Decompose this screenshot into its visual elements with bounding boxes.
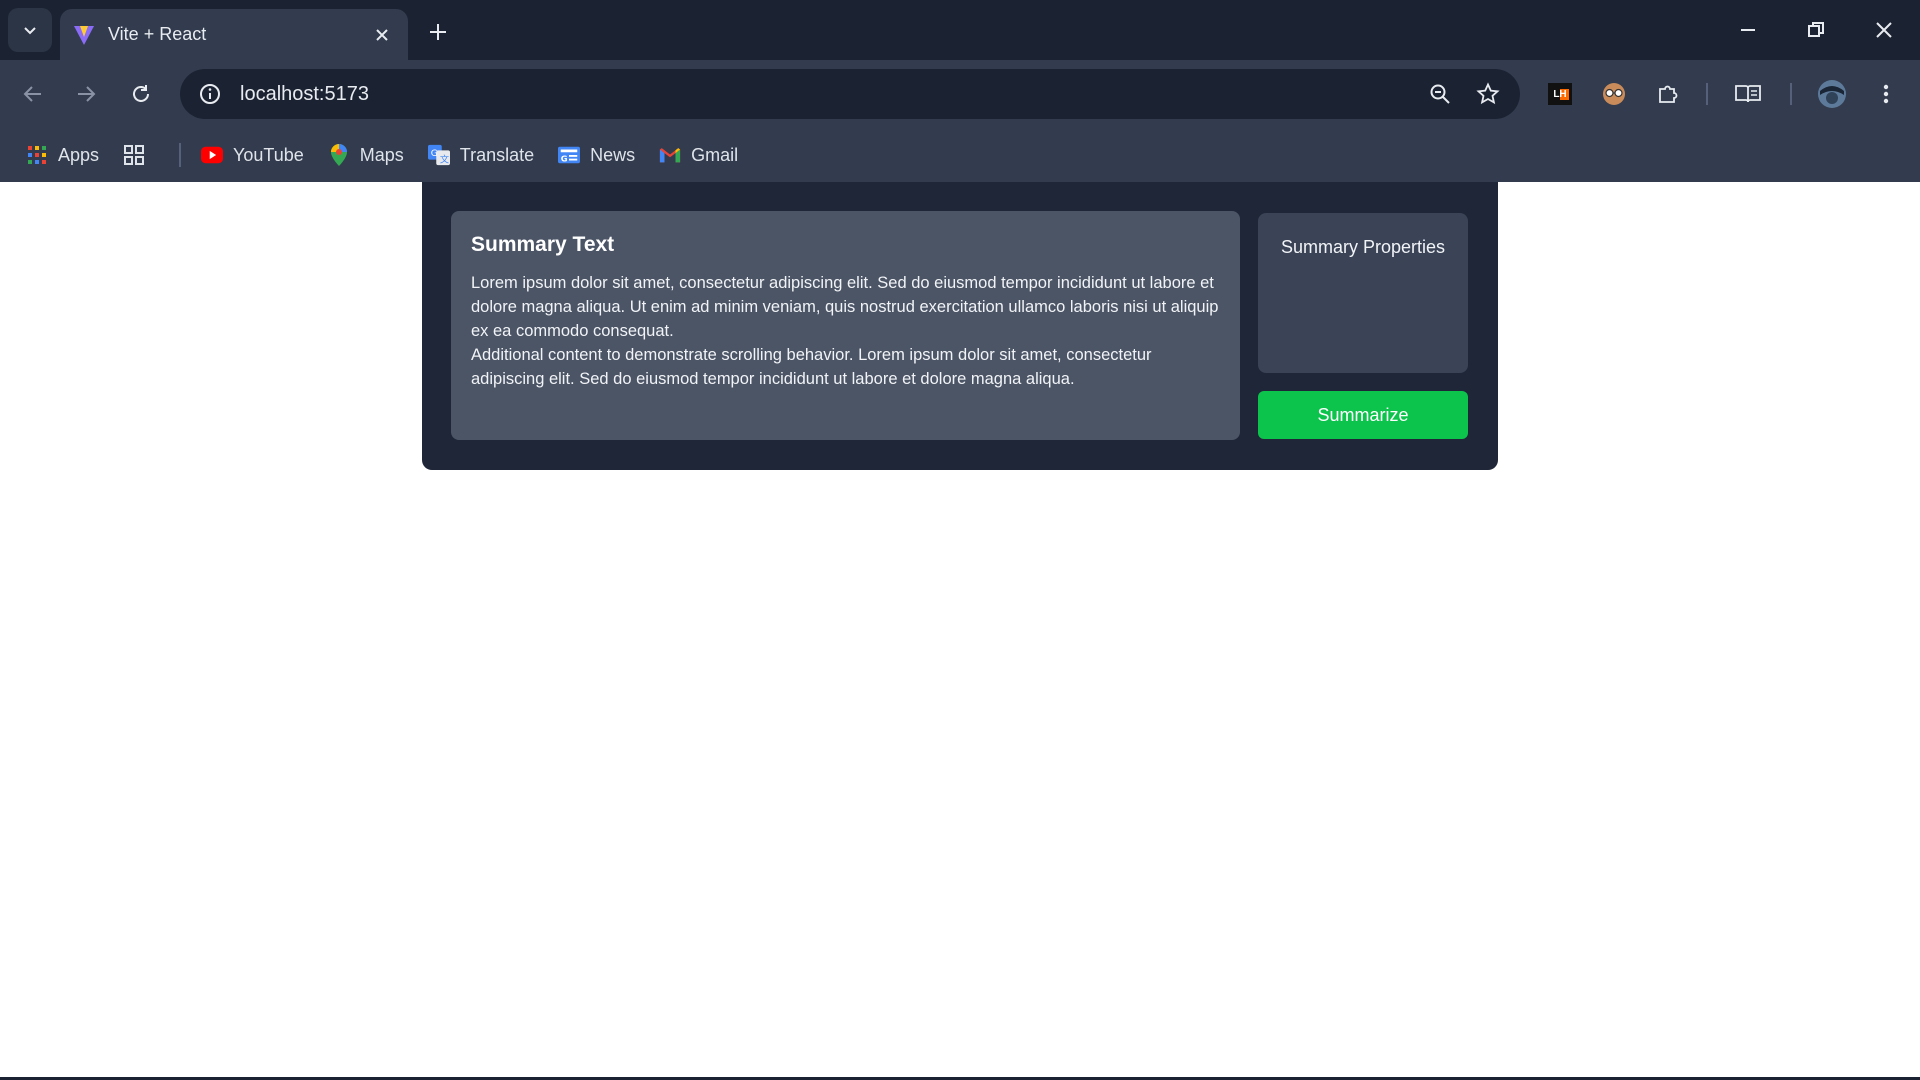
bookmark-translate[interactable]: G 文 Translate xyxy=(427,144,535,166)
bookmarks-bar: Apps YouTube Maps G 文 Translate G News G… xyxy=(0,128,1920,182)
summary-title: Summary Text xyxy=(471,233,615,256)
bookmarks-divider xyxy=(179,143,182,167)
svg-text:G: G xyxy=(431,148,438,159)
summary-text-panel[interactable]: Summary Text Lorem ipsum dolor sit amet,… xyxy=(451,211,1240,440)
zoom-icon[interactable] xyxy=(1422,76,1458,112)
bookmark-label: Maps xyxy=(359,144,404,165)
plus-icon xyxy=(430,24,446,40)
tab-title: Vite + React xyxy=(108,24,207,44)
more-vertical-icon xyxy=(1883,84,1889,104)
browser-tab[interactable]: Vite + React xyxy=(60,9,408,60)
page-viewport: Summary Text Lorem ipsum dolor sit amet,… xyxy=(0,182,1920,1080)
bookmark-label: YouTube xyxy=(233,144,304,165)
close-window-button[interactable] xyxy=(1862,8,1906,52)
menu-button[interactable] xyxy=(1866,74,1906,114)
summarizer-card: Summary Text Lorem ipsum dolor sit amet,… xyxy=(422,182,1498,470)
toolbar-divider xyxy=(1790,83,1792,105)
tab-groups-button[interactable] xyxy=(123,144,155,166)
summary-properties-panel: Summary Properties xyxy=(1258,213,1468,373)
site-info-icon[interactable] xyxy=(194,78,226,110)
news-icon: G xyxy=(558,144,581,166)
reading-mode-button[interactable] xyxy=(1728,74,1768,114)
bookmark-label: Gmail xyxy=(691,144,739,165)
url-text[interactable]: localhost:5173 xyxy=(240,83,1410,106)
new-tab-button[interactable] xyxy=(420,14,456,50)
lighthouse-extension[interactable]: LH xyxy=(1540,74,1580,114)
tab-search-button[interactable] xyxy=(8,8,52,52)
glasses-face-icon xyxy=(1603,83,1625,105)
forward-button[interactable] xyxy=(66,74,106,114)
back-button[interactable] xyxy=(13,74,53,114)
grid-icon xyxy=(123,144,145,166)
minimize-button[interactable] xyxy=(1726,8,1770,52)
address-bar[interactable]: localhost:5173 xyxy=(180,69,1520,119)
bookmark-star-icon[interactable] xyxy=(1470,76,1506,112)
bookmark-label: Apps xyxy=(58,144,100,165)
bookmark-gmail[interactable]: Gmail xyxy=(659,144,738,166)
reading-mode-icon xyxy=(1735,85,1761,103)
avatar-icon xyxy=(1818,80,1846,108)
apps-grid-icon xyxy=(26,144,48,166)
bookmark-maps[interactable]: Maps xyxy=(328,144,404,166)
summarize-button[interactable]: Summarize xyxy=(1258,391,1468,439)
maps-pin-icon xyxy=(328,144,350,166)
restore-button[interactable] xyxy=(1794,8,1838,52)
reload-icon xyxy=(133,85,149,102)
puzzle-icon xyxy=(1659,85,1678,103)
lighthouse-icon: LH xyxy=(1548,83,1572,105)
bookmark-label: News xyxy=(590,144,636,165)
youtube-icon xyxy=(201,144,224,166)
reload-button[interactable] xyxy=(121,74,161,114)
bookmark-label: Translate xyxy=(459,144,535,165)
chevron-down-icon xyxy=(24,27,36,35)
bookmark-apps[interactable]: Apps xyxy=(26,144,99,166)
summary-paragraph: Lorem ipsum dolor sit amet, consectetur … xyxy=(471,274,1219,340)
privacy-extension[interactable] xyxy=(1594,74,1634,114)
tab-strip: Vite + React xyxy=(0,0,1920,60)
svg-text:G: G xyxy=(561,153,568,163)
close-tab-icon[interactable] xyxy=(370,23,394,47)
arrow-left-icon xyxy=(23,86,41,102)
vite-logo-icon xyxy=(74,25,94,45)
translate-icon: G 文 xyxy=(427,144,450,166)
browser-toolbar: localhost:5173 LH xyxy=(0,60,1920,128)
arrow-right-icon xyxy=(78,86,96,102)
profile-avatar[interactable] xyxy=(1812,74,1852,114)
bookmark-youtube[interactable]: YouTube xyxy=(201,144,304,166)
summary-paragraph: Additional content to demonstrate scroll… xyxy=(471,346,1152,388)
bookmark-news[interactable]: G News xyxy=(558,144,635,166)
summary-body: Lorem ipsum dolor sit amet, consectetur … xyxy=(471,271,1220,391)
svg-text:文: 文 xyxy=(440,153,449,165)
gmail-icon xyxy=(659,144,681,166)
restore-icon xyxy=(1808,22,1824,37)
extensions-button[interactable] xyxy=(1648,74,1688,114)
close-icon xyxy=(1876,22,1892,38)
properties-title: Summary Properties xyxy=(1280,237,1446,257)
toolbar-divider xyxy=(1706,83,1708,105)
minimize-icon xyxy=(1741,29,1755,31)
